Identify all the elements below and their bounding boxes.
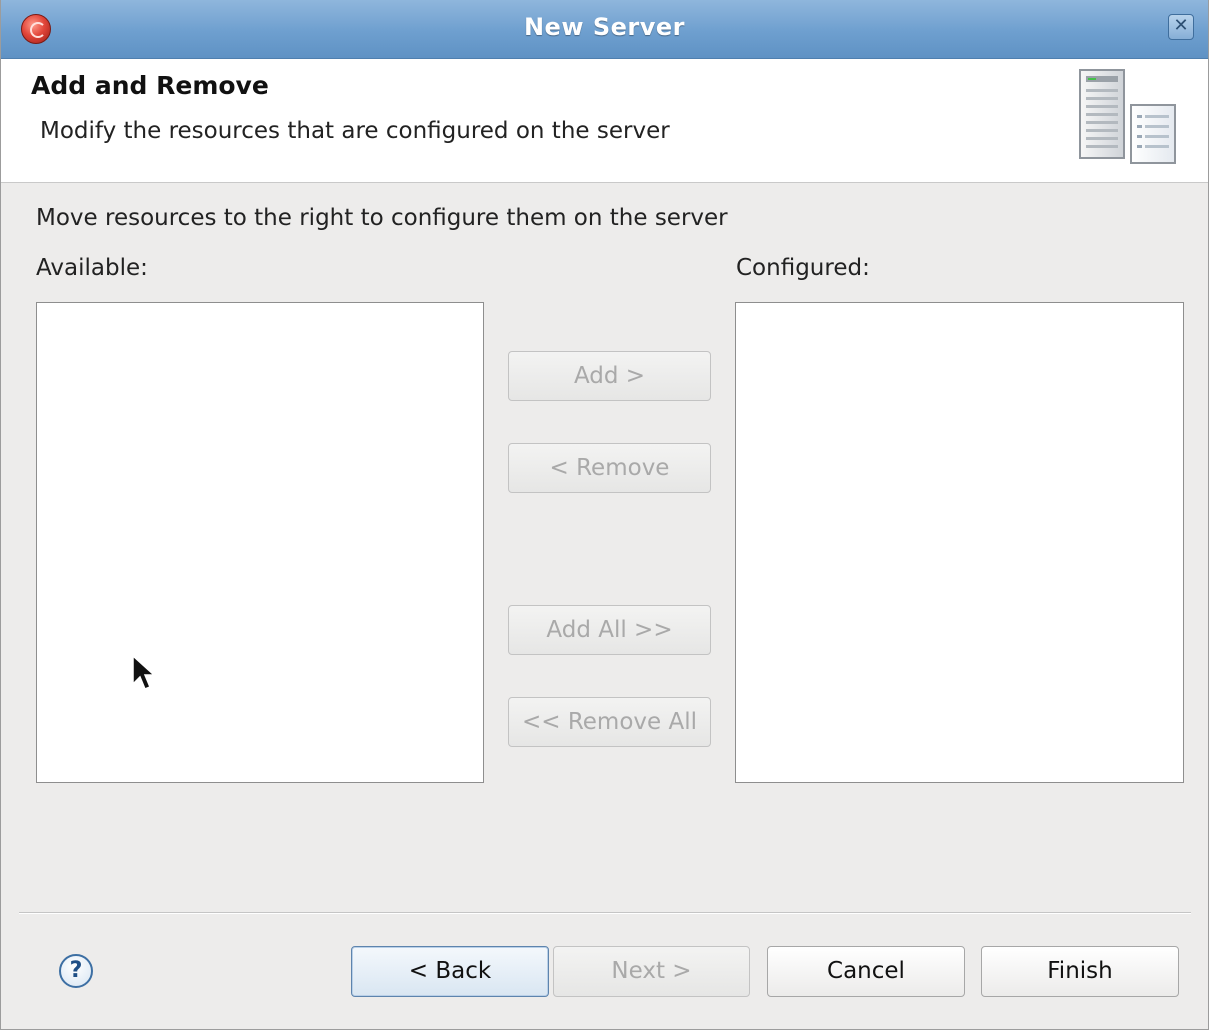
new-server-dialog: New Server ✕ Add and Remove Modify the r… (0, 0, 1209, 1030)
instruction-text: Move resources to the right to configure… (36, 205, 728, 231)
configured-list[interactable] (735, 302, 1184, 783)
wizard-header: Add and Remove Modify the resources that… (1, 59, 1208, 183)
remove-button[interactable]: < Remove (508, 443, 711, 493)
available-label: Available: (36, 255, 148, 281)
add-button[interactable]: Add > (508, 351, 711, 401)
window-title: New Server (523, 13, 686, 41)
next-button[interactable]: Next > (553, 946, 750, 997)
remove-all-button[interactable]: << Remove All (508, 697, 711, 747)
cancel-button[interactable]: Cancel (767, 946, 965, 997)
back-button[interactable]: < Back (351, 946, 549, 997)
finish-button[interactable]: Finish (981, 946, 1179, 997)
server-icon (1079, 69, 1176, 164)
help-icon[interactable]: ? (59, 954, 93, 988)
page-description: Modify the resources that are configured… (40, 118, 670, 144)
configured-label: Configured: (736, 255, 870, 281)
add-all-button[interactable]: Add All >> (508, 605, 711, 655)
title-bar[interactable]: New Server ✕ (1, 0, 1208, 59)
close-icon[interactable]: ✕ (1168, 14, 1194, 40)
page-title: Add and Remove (31, 71, 269, 100)
mouse-cursor-icon (132, 654, 156, 690)
available-list[interactable] (36, 302, 484, 783)
footer-separator (19, 912, 1191, 914)
